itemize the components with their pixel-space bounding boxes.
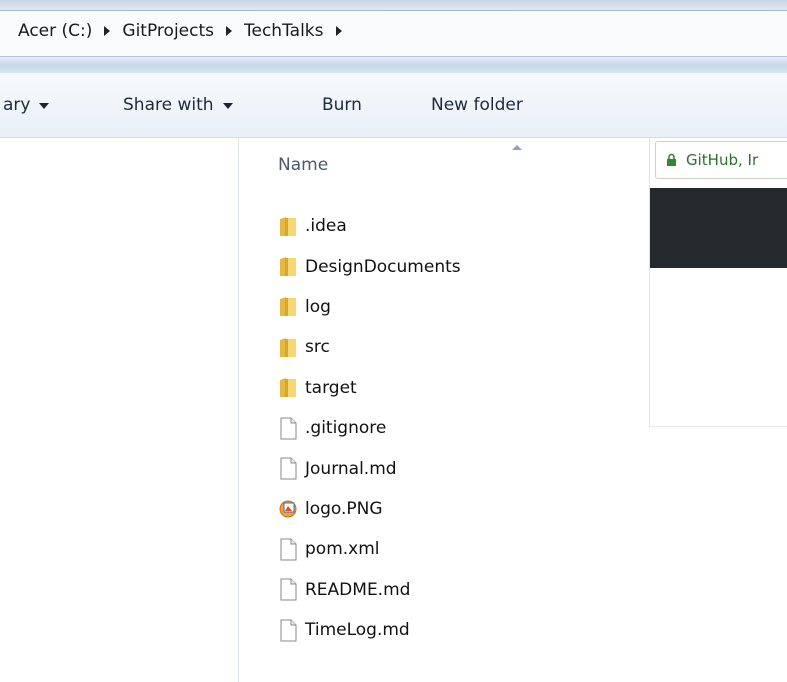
list-item[interactable]: Journal.md (279, 448, 461, 488)
list-item[interactable]: pom.xml (279, 529, 461, 569)
file-name: TimeLog.md (305, 620, 410, 641)
file-icon (280, 578, 297, 601)
browser-url-box[interactable]: GitHub, Ir (655, 141, 787, 179)
include-in-library-button[interactable]: ary (3, 95, 50, 115)
folder-icon (280, 337, 296, 357)
site-identity-label: GitHub, Ir (686, 151, 759, 169)
list-item[interactable]: logo.PNG (279, 489, 461, 529)
breadcrumb-drive[interactable]: Acer (C:) (18, 21, 92, 41)
file-list-pane[interactable]: Name .idea DesignDocuments log src targe… (239, 138, 649, 682)
burn-button[interactable]: Burn (322, 95, 362, 115)
folder-icon (280, 216, 296, 236)
list-item[interactable]: README.md (279, 570, 461, 610)
include-in-library-label: ary (3, 95, 31, 115)
new-folder-button[interactable]: New folder (431, 95, 523, 115)
file-name: pom.xml (305, 539, 380, 560)
list-item[interactable]: src (279, 327, 461, 367)
command-toolbar: ary Share with Burn New folder (0, 73, 787, 138)
share-with-label: Share with (123, 95, 214, 115)
file-name: .gitignore (305, 418, 387, 439)
list-item[interactable]: .gitignore (279, 408, 461, 448)
breadcrumb-techtalks[interactable]: TechTalks (244, 21, 324, 41)
folder-icon (280, 297, 296, 317)
list-item[interactable]: .idea (279, 206, 461, 246)
dropdown-arrow-icon (222, 103, 233, 109)
breadcrumb-gitprojects[interactable]: GitProjects (122, 21, 214, 41)
list-item[interactable]: target (279, 368, 461, 408)
file-icon (280, 538, 297, 561)
chevron-right-icon[interactable] (226, 26, 232, 36)
file-name: src (305, 337, 330, 358)
file-name: log (305, 296, 331, 317)
file-name: target (305, 377, 357, 398)
folder-icon (280, 257, 296, 277)
file-list: .idea DesignDocuments log src target .gi… (279, 206, 461, 650)
file-name: Journal.md (305, 458, 397, 479)
breadcrumb: Acer (C:) GitProjects TechTalks (18, 21, 354, 41)
navigation-pane[interactable] (0, 138, 239, 682)
folder-icon (280, 378, 296, 398)
file-icon (280, 619, 297, 642)
sort-ascending-icon (512, 145, 522, 150)
window-glass-band (0, 56, 787, 74)
file-icon (280, 417, 297, 440)
address-bar[interactable]: Acer (C:) GitProjects TechTalks (0, 10, 787, 57)
file-icon (280, 457, 297, 480)
chevron-right-icon[interactable] (104, 26, 111, 36)
browser-window-fragment: GitHub, Ir (649, 138, 787, 427)
burn-label: Burn (322, 95, 362, 115)
list-item[interactable]: log (279, 287, 461, 327)
file-name: DesignDocuments (305, 256, 461, 277)
dropdown-arrow-icon (39, 103, 50, 109)
window-top-strip (0, 0, 787, 10)
file-name: logo.PNG (305, 498, 383, 519)
new-folder-label: New folder (431, 95, 523, 115)
image-file-icon (279, 500, 297, 518)
list-item[interactable]: DesignDocuments (279, 246, 461, 286)
chevron-right-icon[interactable] (335, 26, 342, 36)
file-name: README.md (305, 579, 411, 600)
github-header-bar (650, 188, 787, 268)
share-with-button[interactable]: Share with (123, 95, 233, 115)
list-item[interactable]: TimeLog.md (279, 610, 461, 650)
file-name: .idea (305, 216, 347, 237)
lock-icon (667, 153, 676, 166)
column-header-name[interactable]: Name (278, 155, 328, 175)
